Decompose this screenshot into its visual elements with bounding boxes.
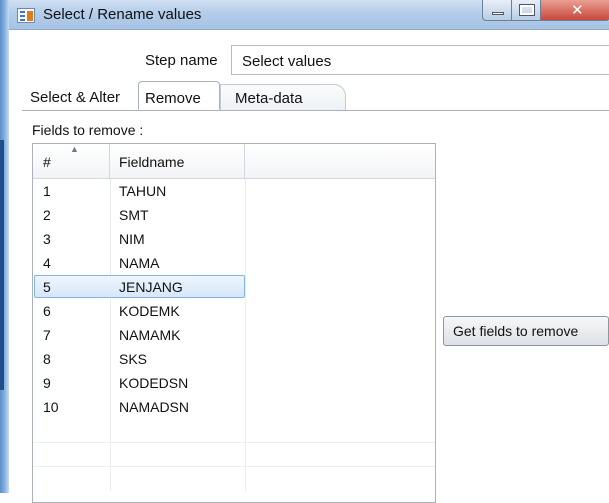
table-row[interactable]: 4 NAMA	[33, 251, 435, 275]
row-number: 9	[43, 375, 51, 391]
row-fieldname[interactable]: NAMA	[119, 255, 159, 271]
row-fieldname[interactable]: SKS	[119, 351, 147, 367]
row-fieldname[interactable]: KODEMK	[119, 303, 180, 319]
row-fieldname[interactable]: KODEDSN	[119, 375, 188, 391]
row-fieldname[interactable]: NIM	[119, 231, 145, 247]
get-fields-to-remove-button[interactable]: Get fields to remove	[443, 316, 609, 346]
title-bar[interactable]: Select / Rename values ✕	[9, 0, 609, 30]
table-row[interactable]: 1 TAHUN	[33, 179, 435, 203]
table-row[interactable]: 6 KODEMK	[33, 299, 435, 323]
fields-to-remove-label: Fields to remove :	[32, 122, 144, 138]
minimize-button[interactable]	[482, 0, 512, 21]
row-number: 3	[43, 231, 51, 247]
window-title: Select / Rename values	[43, 6, 202, 23]
row-number: 5	[43, 279, 51, 295]
tab-meta-data[interactable]: Meta-data	[220, 84, 346, 110]
empty-table-row[interactable]	[33, 467, 435, 491]
column-header-fieldname[interactable]: Fieldname	[110, 144, 245, 178]
row-fieldname[interactable]: SMT	[119, 207, 149, 223]
tab-remove[interactable]: Remove	[138, 81, 220, 110]
row-number: 10	[43, 399, 59, 415]
table-row[interactable]: 2 SMT	[33, 203, 435, 227]
tab-divider	[22, 110, 609, 111]
window-edge-shadow	[0, 140, 4, 390]
table-row[interactable]: 8 SKS	[33, 347, 435, 371]
row-fieldname[interactable]: JENJANG	[119, 279, 183, 295]
maximize-button[interactable]	[511, 0, 541, 21]
empty-table-row[interactable]	[33, 419, 435, 443]
row-number: 1	[43, 183, 51, 199]
table-header: # ▲ Fieldname	[33, 144, 435, 179]
tab-bar: Select & Alter Meta-data Remove	[22, 80, 609, 110]
row-fieldname[interactable]: NAMAMK	[119, 327, 180, 343]
row-number: 7	[43, 327, 51, 343]
step-name-input[interactable]: Select values	[231, 45, 609, 75]
column-header-number[interactable]: # ▲	[33, 144, 110, 178]
row-fieldname[interactable]: TAHUN	[119, 183, 166, 199]
row-fieldname[interactable]: NAMADSN	[119, 399, 189, 415]
table-row[interactable]: 10 NAMADSN	[33, 395, 435, 419]
table-row-selected[interactable]: 5 JENJANG	[33, 275, 435, 299]
tab-select-alter[interactable]: Select & Alter	[30, 89, 120, 106]
table-body: 1 TAHUN 2 SMT 3 NIM 4 NAMA 5 JENJANG 6 K…	[33, 179, 435, 491]
transform-icon	[17, 8, 35, 23]
row-number: 8	[43, 351, 51, 367]
window-left-edge	[0, 0, 9, 493]
row-number: 2	[43, 207, 51, 223]
close-icon: ✕	[571, 2, 584, 19]
row-number: 4	[43, 255, 51, 271]
close-button[interactable]: ✕	[540, 0, 609, 21]
table-row[interactable]: 7 NAMAMK	[33, 323, 435, 347]
column-header-number-label: #	[43, 154, 51, 170]
row-number: 6	[43, 303, 51, 319]
table-row[interactable]: 9 KODEDSN	[33, 371, 435, 395]
sort-ascending-icon: ▲	[70, 144, 79, 154]
fields-table[interactable]: # ▲ Fieldname 1 TAHUN 2 SMT 3 NIM 4 NAMA…	[32, 143, 436, 503]
table-row[interactable]: 3 NIM	[33, 227, 435, 251]
step-name-label: Step name	[145, 52, 218, 69]
empty-table-row[interactable]	[33, 443, 435, 467]
maximize-icon	[519, 4, 535, 16]
minimize-icon	[492, 12, 504, 15]
